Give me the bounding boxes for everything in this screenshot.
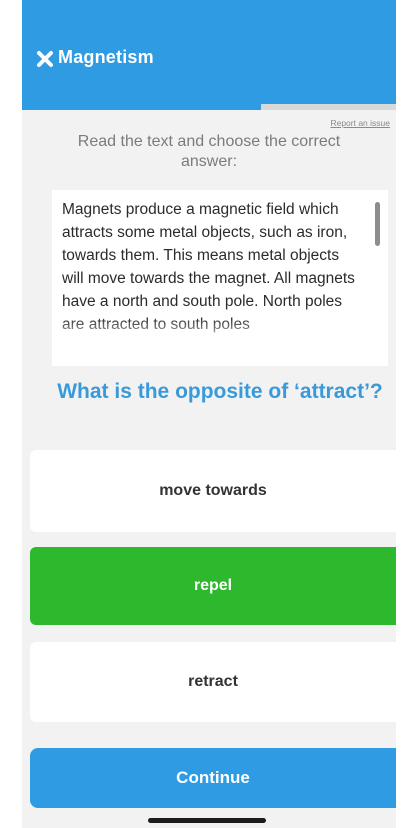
report-issue-link[interactable]: Report an issue	[330, 118, 390, 128]
question-text: What is the opposite of ‘attract’?	[57, 380, 383, 403]
continue-button[interactable]: Continue	[30, 748, 396, 808]
home-indicator[interactable]	[148, 818, 266, 823]
passage-scrollbar[interactable]	[375, 202, 380, 246]
answer-option-move-towards[interactable]: move towards	[30, 450, 396, 532]
answer-option-retract[interactable]: retract	[30, 642, 396, 722]
instruction-text: Read the text and choose the correct ans…	[77, 133, 341, 170]
progress-fill	[22, 104, 262, 110]
answer-option-label: repel	[193, 577, 233, 594]
app-screen: Magnetism Report an issue Read the text …	[22, 0, 396, 828]
answer-option-label: move towards	[159, 482, 267, 499]
continue-button-label: Continue	[176, 768, 250, 787]
passage-text: Magnets produce a magnetic field which a…	[62, 201, 355, 333]
progress-bar	[22, 104, 396, 110]
answer-option-repel[interactable]: repel	[30, 547, 396, 625]
page-title: Magnetism	[58, 47, 154, 67]
answer-option-label: retract	[188, 673, 238, 690]
close-icon[interactable]	[36, 50, 54, 68]
screen-frame: Magnetism Report an issue Read the text …	[0, 0, 406, 828]
passage-card[interactable]: Magnets produce a magnetic field which a…	[52, 190, 388, 366]
header-bar: Magnetism	[22, 0, 396, 104]
passage-fade-overlay	[52, 318, 388, 366]
